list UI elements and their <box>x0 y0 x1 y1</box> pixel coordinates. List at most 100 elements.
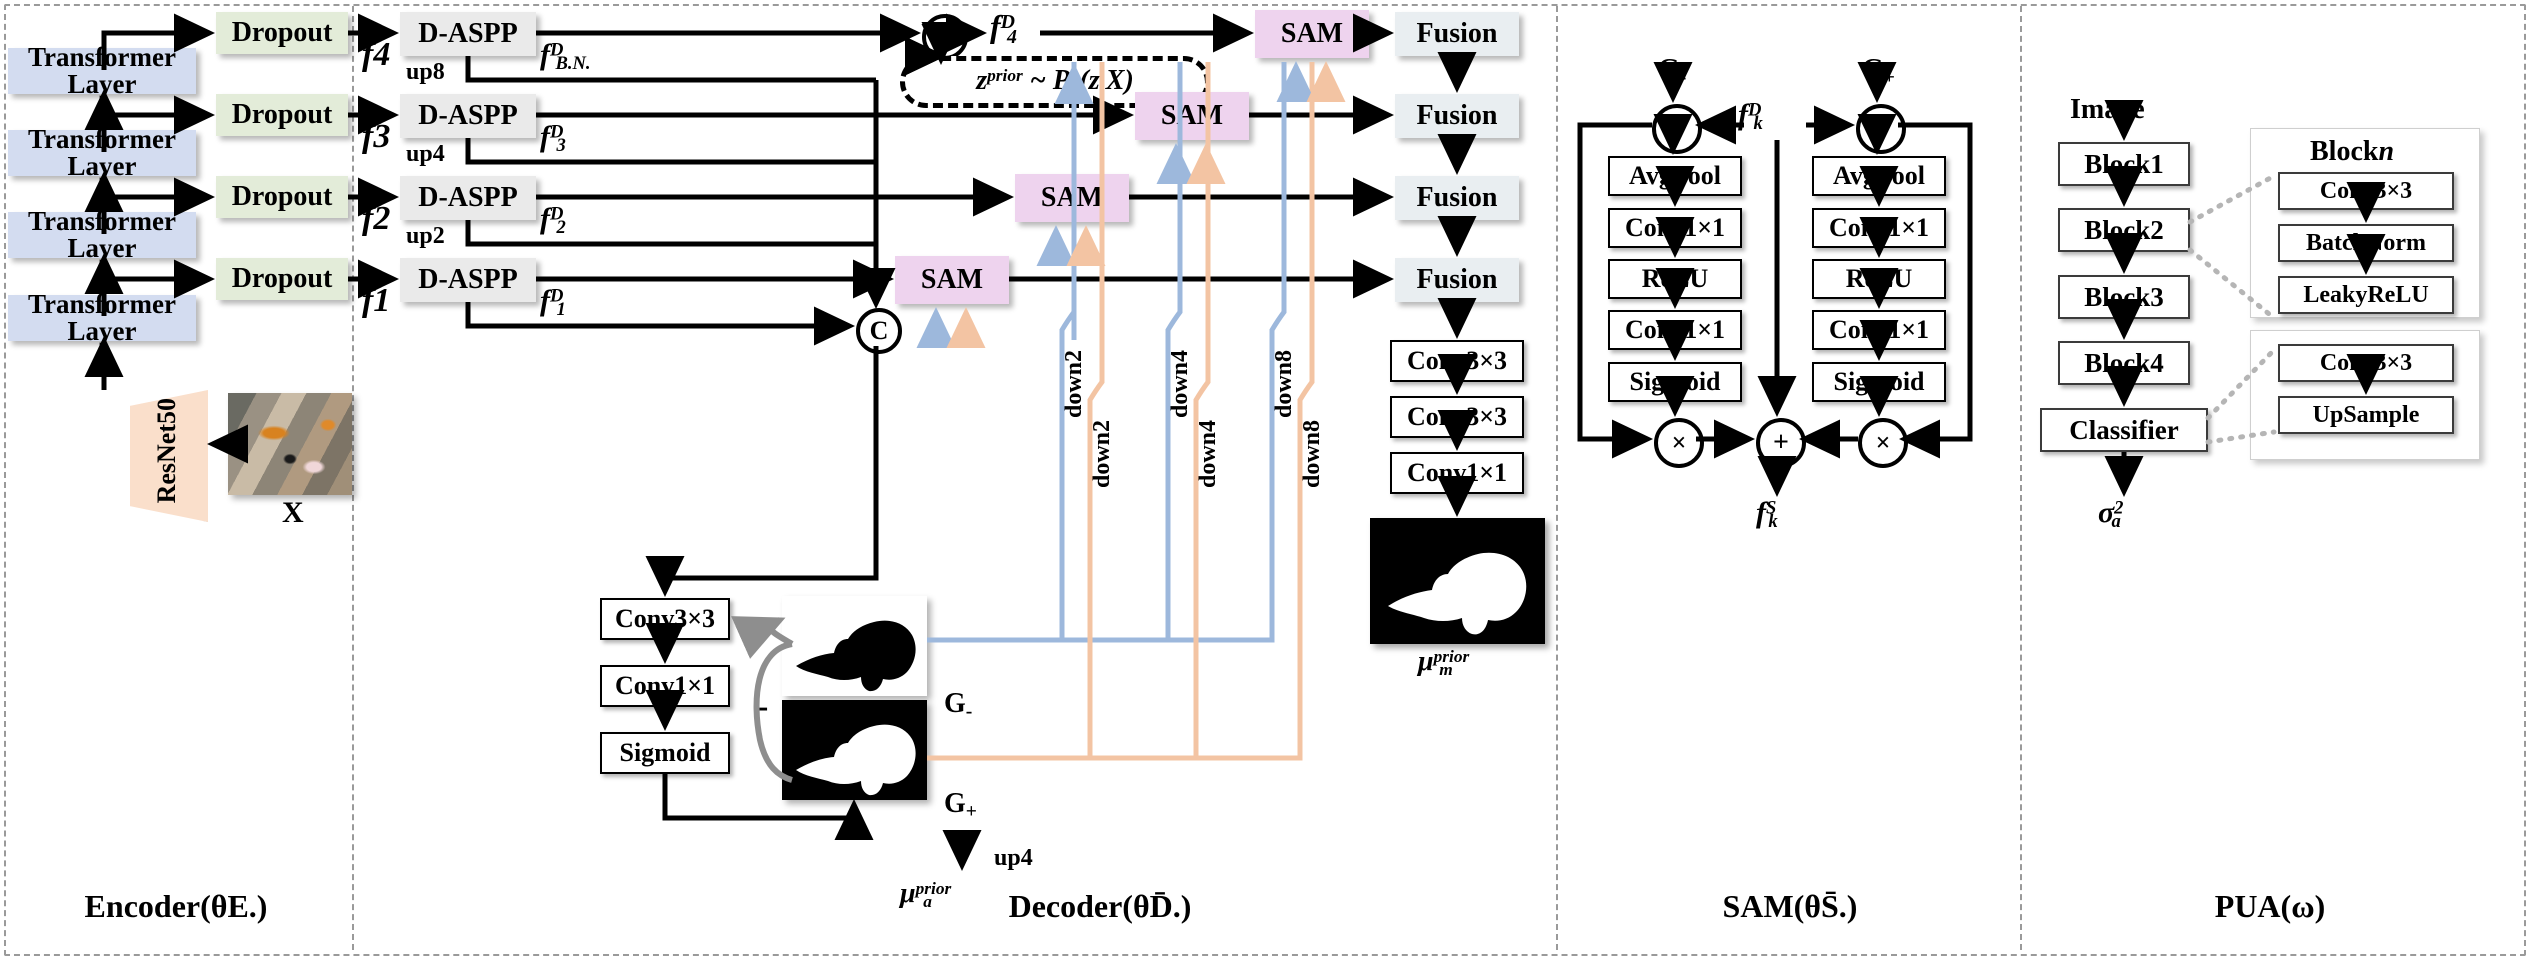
decoder-sam-4[interactable]: SAM <box>895 256 1009 304</box>
transformer-layer-1[interactable]: Transformer Layer <box>8 44 196 98</box>
sam-mul-right-symbol: × <box>1873 114 1889 143</box>
panel-divider-sam-pua <box>2020 6 2022 950</box>
transformer-layer-3[interactable]: Transformer Layer <box>8 208 196 262</box>
pua-block4-label: Block4 <box>2084 347 2164 378</box>
dropout-3-label: Dropout <box>231 181 333 212</box>
blockn-conv3x3-label: Conv3×3 <box>2319 178 2413 204</box>
sam-mul-left: × <box>1652 104 1702 154</box>
head-conv-2[interactable]: Conv3×3 <box>1390 396 1524 438</box>
concat-symbol-top: C <box>935 22 955 51</box>
blockn-leakyrelu[interactable]: LeakyReLU <box>2278 276 2454 314</box>
dropout-3[interactable]: Dropout <box>216 176 348 218</box>
fusion-2[interactable]: Fusion <box>1395 94 1519 138</box>
blockn-leakyrelu-label: LeakyReLU <box>2303 282 2429 308</box>
fusion-4-label: Fusion <box>1416 264 1498 295</box>
transformer-layer-3-label: Transformer Layer <box>28 206 176 263</box>
sam-right-conv1-label: Conv1×1 <box>1828 213 1930 242</box>
head-conv-3[interactable]: Conv1×1 <box>1390 452 1524 494</box>
daspp-3[interactable]: D-ASPP <box>400 176 536 220</box>
sam-left-sigmoid[interactable]: Sigmoid <box>1608 362 1742 402</box>
minus-operator-label: - <box>757 688 769 725</box>
decoder-sam-4-label: SAM <box>920 264 984 295</box>
dropout-4[interactable]: Dropout <box>216 258 348 300</box>
blockn-title: Blockn <box>2310 136 2395 167</box>
pua-block2[interactable]: Block2 <box>2058 208 2190 252</box>
down2-gminus-label: down2 <box>1061 350 1087 419</box>
pua-block1[interactable]: Block1 <box>2058 142 2190 186</box>
transformer-layer-4[interactable]: Transformer Layer <box>8 291 196 345</box>
sam-right-avgpool[interactable]: AvgPool <box>1812 156 1946 196</box>
dropout-1-label: Dropout <box>231 17 333 48</box>
pua-output-sigma-label: σ2a <box>2098 496 2124 533</box>
classifier-upsample[interactable]: UpSample <box>2278 396 2454 434</box>
sam-mul-left-bottom-symbol: × <box>1671 428 1687 457</box>
fusion-1[interactable]: Fusion <box>1395 12 1519 56</box>
sam-right-conv2-label: Conv1×1 <box>1828 315 1930 344</box>
sam-right-conv1[interactable]: Conv1×1 <box>1812 208 1946 248</box>
concat-node-bottom: C <box>856 308 902 354</box>
decoder-sam-2-label: SAM <box>1160 100 1224 131</box>
decoder-sam-3[interactable]: SAM <box>1015 174 1129 222</box>
sam-left-avgpool[interactable]: AvgPool <box>1608 156 1742 196</box>
prior-conv3x3[interactable]: Conv3×3 <box>600 598 730 640</box>
feature-f1-label: f1 <box>362 282 391 319</box>
sam-left-avgpool-label: AvgPool <box>1629 161 1721 190</box>
daspp-4-label: D-ASPP <box>418 264 518 295</box>
down8-gplus-label: down8 <box>1299 420 1325 489</box>
prior-conv3x3-label: Conv3×3 <box>614 604 716 633</box>
daspp-4[interactable]: D-ASPP <box>400 258 536 302</box>
feature-f1d-label: fD1 <box>540 284 566 321</box>
sam-right-sigmoid[interactable]: Sigmoid <box>1812 362 1946 402</box>
head-conv-1[interactable]: Conv3×3 <box>1390 340 1524 382</box>
feature-f3-label: f3 <box>362 118 391 155</box>
daspp-3-label: D-ASPP <box>418 182 518 213</box>
prior-conv1x1-label: Conv1×1 <box>614 671 716 700</box>
blockn-conv3x3[interactable]: Conv3×3 <box>2278 172 2454 210</box>
down2-gplus-label: down2 <box>1089 420 1115 489</box>
feature-f2d-label: fD2 <box>540 202 566 239</box>
fusion-2-label: Fusion <box>1416 100 1498 131</box>
concat-node-top: C <box>922 14 968 60</box>
pua-block4[interactable]: Block4 <box>2058 341 2190 385</box>
sam-left-conv2-label: Conv1×1 <box>1624 315 1726 344</box>
decoder-sam-3-label: SAM <box>1040 182 1104 213</box>
input-image-x-label: X <box>282 496 304 529</box>
sam-left-conv1[interactable]: Conv1×1 <box>1608 208 1742 248</box>
pua-block1-label: Block1 <box>2084 148 2164 179</box>
prior-conv1x1[interactable]: Conv1×1 <box>600 665 730 707</box>
sam-left-conv2[interactable]: Conv1×1 <box>1608 310 1742 350</box>
sam-left-relu-label: ReLU <box>1641 264 1709 293</box>
up4-aspp-label: up4 <box>406 141 445 167</box>
sam-right-avgpool-label: AvgPool <box>1833 161 1925 190</box>
fusion-4[interactable]: Fusion <box>1395 258 1519 302</box>
pua-block3[interactable]: Block3 <box>2058 275 2190 319</box>
panel-divider-encoder-decoder <box>352 6 354 950</box>
output-mu-m-label: μpriorm <box>1418 646 1470 679</box>
dropout-1[interactable]: Dropout <box>216 12 348 54</box>
daspp-1[interactable]: D-ASPP <box>400 12 536 56</box>
classifier-conv3x3[interactable]: Conv3×3 <box>2278 344 2454 382</box>
prior-sigmoid-label: Sigmoid <box>619 738 711 767</box>
fusion-3[interactable]: Fusion <box>1395 176 1519 220</box>
down4-gminus-label: down4 <box>1167 350 1193 419</box>
feature-fbn-label: fDB.N. <box>540 38 591 75</box>
sam-left-relu[interactable]: ReLU <box>1608 259 1742 299</box>
transformer-layer-2[interactable]: Transformer Layer <box>8 126 196 180</box>
down8-gminus-label: down8 <box>1271 350 1297 419</box>
prior-sigmoid[interactable]: Sigmoid <box>600 732 730 774</box>
pua-caption: PUA(ω) <box>2214 888 2326 924</box>
decoder-sam-1[interactable]: SAM <box>1255 10 1369 58</box>
sam-right-conv2[interactable]: Conv1×1 <box>1812 310 1946 350</box>
sam-left-sigmoid-label: Sigmoid <box>1629 367 1721 396</box>
sam-mul-right: × <box>1856 104 1906 154</box>
dropout-2[interactable]: Dropout <box>216 94 348 136</box>
dropout-2-label: Dropout <box>231 99 333 130</box>
fusion-3-label: Fusion <box>1416 182 1498 213</box>
blockn-batchnorm[interactable]: BatchNorm <box>2278 224 2454 262</box>
daspp-2[interactable]: D-ASPP <box>400 94 536 138</box>
pua-classifier[interactable]: Classifier <box>2040 408 2208 452</box>
panel-divider-decoder-sam <box>1556 6 1558 950</box>
feature-f2-label: f2 <box>362 200 391 237</box>
sam-right-relu[interactable]: ReLU <box>1812 259 1946 299</box>
decoder-sam-2[interactable]: SAM <box>1135 92 1249 140</box>
